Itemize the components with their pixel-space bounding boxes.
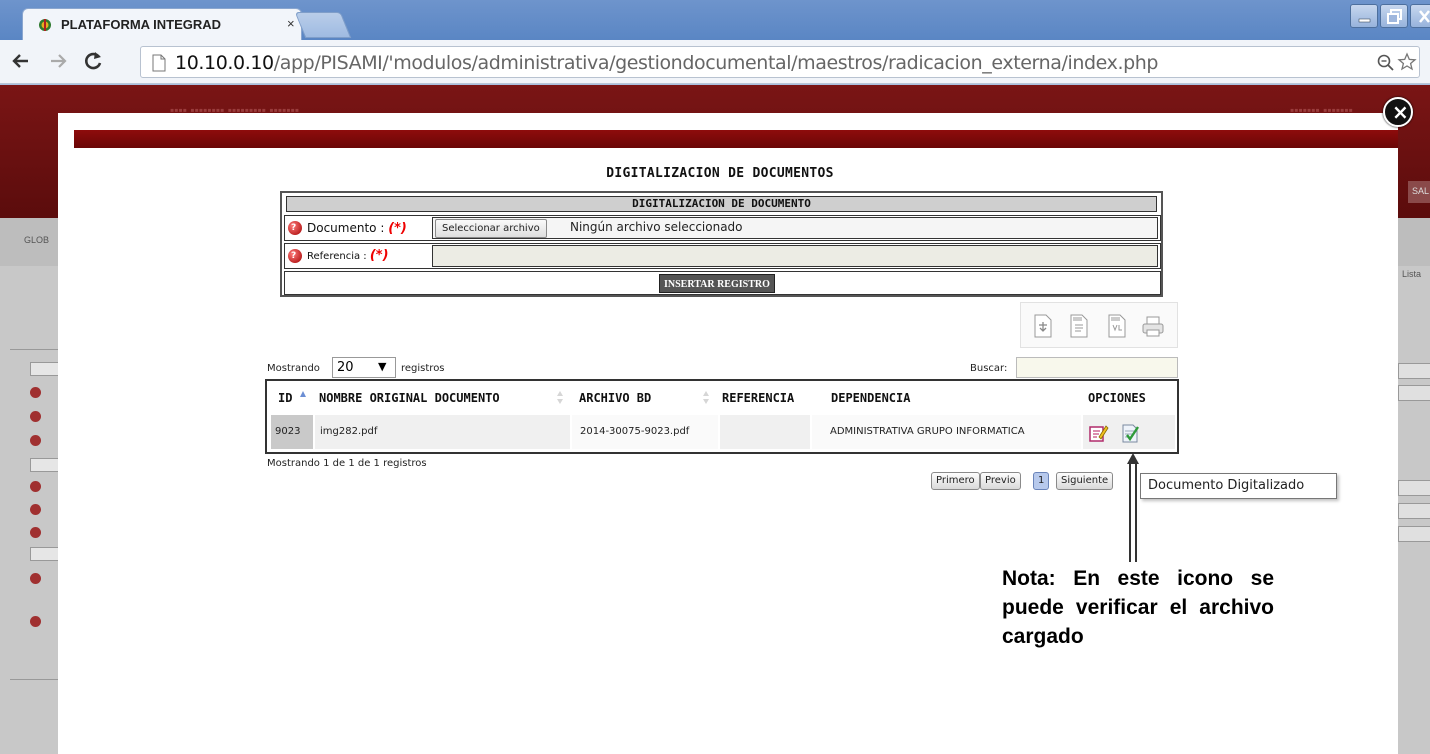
background-field xyxy=(30,547,60,561)
forward-arrow-icon[interactable] xyxy=(45,48,71,74)
browser-tabstrip: PLATAFORMA INTEGRAD × xyxy=(0,0,1430,40)
url-text[interactable]: 10.10.0.10/app/PISAMI/'modulos/administr… xyxy=(175,52,1158,74)
close-icon: × xyxy=(1392,100,1409,124)
annotation-arrow-icon xyxy=(1127,453,1139,562)
upload-form: DIGITALIZACION DE DOCUMENTO Documento : … xyxy=(280,191,1163,297)
background-field xyxy=(1398,480,1430,496)
search-label: Buscar: xyxy=(970,363,1008,374)
cell-nombre: img282.pdf xyxy=(315,415,570,449)
page-title: DIGITALIZACION DE DOCUMENTOS xyxy=(606,166,834,181)
sort-asc-icon xyxy=(300,391,306,397)
view-digitized-document-icon[interactable] xyxy=(1119,422,1141,444)
back-arrow-icon[interactable] xyxy=(8,48,34,74)
export-copy-icon[interactable] xyxy=(1031,313,1055,339)
minimize-button[interactable] xyxy=(1350,4,1378,28)
column-header-id[interactable]: ID xyxy=(278,391,292,405)
length-suffix: registros xyxy=(401,363,445,374)
close-window-button[interactable] xyxy=(1410,4,1430,28)
background-bullet xyxy=(30,435,41,446)
modal-close-button[interactable]: × xyxy=(1383,97,1413,127)
required-mark: (*) xyxy=(388,221,407,236)
close-window-icon xyxy=(1419,10,1430,23)
form-row-submit: INSERTAR REGISTRO xyxy=(284,271,1161,295)
reload-icon[interactable] xyxy=(80,48,106,74)
background-bullet xyxy=(30,411,41,422)
background-glob-text: GLOB xyxy=(24,235,50,245)
column-header-dependencia[interactable]: DEPENDENCIA xyxy=(831,391,910,405)
pagination-first-button[interactable]: Primero xyxy=(931,472,980,490)
chevron-down-icon: ▼ xyxy=(378,360,387,373)
cell-archivo: 2014-30075-9023.pdf xyxy=(572,415,718,449)
column-header-archivo[interactable]: ARCHIVO BD xyxy=(579,391,651,405)
export-excel-icon[interactable] xyxy=(1105,313,1129,339)
documento-label: Documento : (*) xyxy=(285,216,430,240)
file-input-cell: Seleccionar archivo Ningún archivo selec… xyxy=(432,217,1158,239)
favicon-icon xyxy=(39,19,51,31)
address-bar[interactable]: 10.10.0.10/app/PISAMI/'modulos/administr… xyxy=(140,46,1420,78)
form-row-documento: Documento : (*) Seleccionar archivo Ning… xyxy=(284,215,1161,241)
export-toolbar xyxy=(1020,302,1178,348)
documents-table: ID NOMBRE ORIGINAL DOCUMENTO ARCHIVO BD … xyxy=(265,379,1179,454)
required-help-icon xyxy=(288,244,302,268)
star-icon[interactable] xyxy=(1397,52,1417,72)
background-bullet xyxy=(30,387,41,398)
modal-header-bar xyxy=(74,130,1398,148)
referencia-input[interactable] xyxy=(432,245,1158,267)
background-bullet xyxy=(30,481,41,492)
cell-dependencia: ADMINISTRATIVA GRUPO INFORMATICA xyxy=(812,415,1081,449)
cell-id: 9023 xyxy=(271,415,313,449)
background-field xyxy=(30,458,60,472)
cell-referencia xyxy=(720,415,810,449)
background-divider xyxy=(10,679,60,680)
required-mark: (*) xyxy=(369,248,389,263)
form-header: DIGITALIZACION DE DOCUMENTO xyxy=(286,196,1157,212)
required-help-icon xyxy=(288,216,302,240)
browser-tab[interactable]: PLATAFORMA INTEGRAD × xyxy=(22,8,302,40)
table-info: Mostrando 1 de 1 de 1 registros xyxy=(267,458,427,469)
column-header-opciones: OPCIONES xyxy=(1088,391,1146,405)
pagination-prev-button[interactable]: Previo xyxy=(980,472,1021,490)
sort-icon xyxy=(557,391,563,405)
cell-opciones xyxy=(1083,415,1175,449)
tooltip: Documento Digitalizado xyxy=(1140,473,1337,499)
annotation-note: Nota: En este icono se puede verificar e… xyxy=(1002,567,1274,648)
search-input[interactable] xyxy=(1016,357,1178,378)
page-length-select[interactable]: 20 ▼ xyxy=(332,357,396,378)
file-status-text: Ningún archivo seleccionado xyxy=(570,220,743,234)
column-header-referencia[interactable]: REFERENCIA xyxy=(722,391,794,405)
sort-icon xyxy=(703,391,709,405)
referencia-label: Referencia : (*) xyxy=(285,244,430,268)
table-row: 9023 img282.pdf 2014-30075-9023.pdf ADMI… xyxy=(271,415,1175,449)
background-bullet xyxy=(30,504,41,515)
background-field xyxy=(30,362,60,376)
background-field xyxy=(1398,363,1430,379)
background-field xyxy=(1398,526,1430,542)
background-sal-button: SAL xyxy=(1408,181,1430,203)
edit-icon[interactable] xyxy=(1087,422,1109,444)
pagination-page-button[interactable]: 1 xyxy=(1033,472,1050,490)
maximize-button[interactable] xyxy=(1380,4,1408,28)
print-icon[interactable] xyxy=(1141,313,1165,339)
background-lista-text: Lista xyxy=(1402,269,1422,279)
browser-toolbar: 10.10.0.10/app/PISAMI/'modulos/administr… xyxy=(0,40,1430,84)
export-csv-icon[interactable] xyxy=(1067,313,1091,339)
length-prefix: Mostrando xyxy=(267,363,320,374)
tab-title: PLATAFORMA INTEGRAD xyxy=(61,17,222,32)
new-tab-button[interactable] xyxy=(294,12,352,38)
insert-record-button[interactable]: INSERTAR REGISTRO xyxy=(659,274,775,293)
background-bullet xyxy=(30,573,41,584)
background-bullet xyxy=(30,616,41,627)
maximize-icon xyxy=(1387,9,1402,24)
tab-close-icon[interactable]: × xyxy=(287,16,295,31)
background-field xyxy=(1398,503,1430,519)
background-field xyxy=(1398,385,1430,401)
form-row-referencia: Referencia : (*) xyxy=(284,243,1161,269)
zoom-icon[interactable] xyxy=(1377,53,1395,71)
background-bullet xyxy=(30,527,41,538)
column-header-nombre[interactable]: NOMBRE ORIGINAL DOCUMENTO xyxy=(319,391,500,405)
minimize-icon xyxy=(1358,18,1371,23)
page-icon xyxy=(152,54,166,72)
select-file-button[interactable]: Seleccionar archivo xyxy=(435,219,547,238)
pagination-next-button[interactable]: Siguiente xyxy=(1056,472,1114,490)
